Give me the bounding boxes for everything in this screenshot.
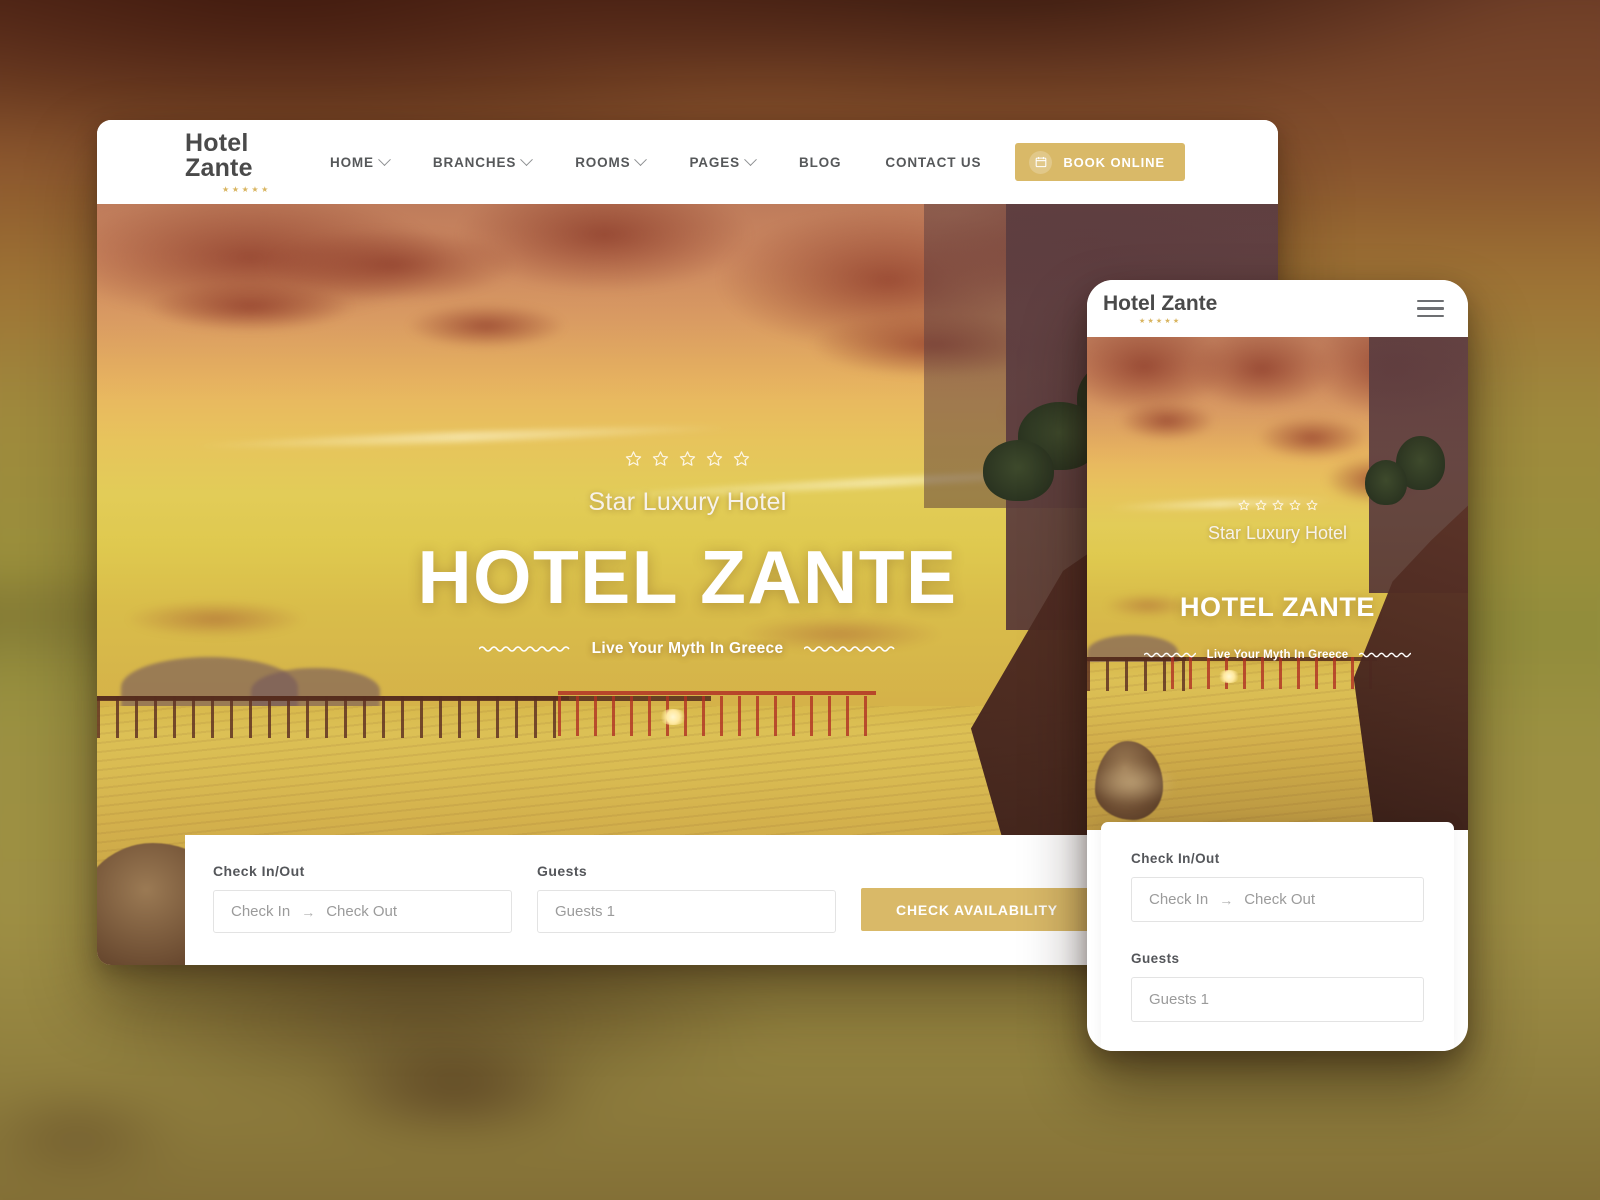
star-outline-icon — [652, 451, 669, 466]
nav-item-home[interactable]: HOME — [308, 152, 411, 170]
background-rock-secondary — [0, 1101, 181, 1158]
check-in-placeholder: Check In — [1149, 891, 1209, 908]
mobile-logo-stars-icon: ★★★★★ — [1138, 317, 1182, 325]
guests-input[interactable]: Guests 1 — [537, 890, 836, 933]
wave-divider-left-icon — [1143, 652, 1196, 658]
nav-item-contact-us[interactable]: CONTACT US — [863, 155, 1003, 170]
star-outline-icon — [679, 451, 696, 466]
guests-value: Guests 1 — [555, 903, 616, 920]
wave-divider-left-icon — [478, 646, 570, 652]
mobile-checkin-checkout-label: Check In/Out — [1131, 851, 1220, 866]
guests-label: Guests — [537, 863, 588, 879]
guests-value: Guests 1 — [1149, 991, 1210, 1008]
nav-item-pages[interactable]: PAGES — [667, 152, 777, 170]
nav-label: BLOG — [798, 154, 842, 170]
nav-item-blog[interactable]: BLOG — [777, 155, 863, 170]
arrow-right-icon: → — [1219, 891, 1234, 908]
wave-divider-right-icon — [804, 646, 896, 652]
site-logo[interactable]: Hotel Zante ★★★★★ — [185, 128, 308, 194]
mobile-guests-input[interactable]: Guests 1 — [1131, 977, 1424, 1022]
star-outline-icon — [1306, 499, 1317, 511]
background-rock — [318, 1048, 594, 1119]
hero-tagline: Live Your Myth In Greece — [591, 640, 784, 657]
hero-title: HOTEL ZANTE — [417, 535, 958, 619]
check-out-placeholder: Check Out — [1244, 891, 1316, 908]
mobile-hero-tagline: Live Your Myth In Greece — [1206, 649, 1349, 661]
chevron-down-icon — [744, 152, 757, 166]
hero-tagline-row: Live Your Myth In Greece — [478, 640, 897, 658]
nav-label: ROOMS — [575, 154, 631, 170]
chevron-down-icon — [634, 152, 648, 166]
mobile-checkin-checkout-input[interactable]: Check In → Check Out — [1131, 877, 1424, 922]
arrow-right-icon: → — [301, 903, 316, 920]
hamburger-line — [1417, 314, 1444, 318]
star-outline-icon — [625, 451, 642, 466]
mobile-hero-content: Star Luxury Hotel HOTEL ZANTE Live Your … — [1087, 499, 1468, 661]
mobile-hero-title: HOTEL ZANTE — [1179, 592, 1376, 622]
star-outline-icon — [1289, 499, 1300, 511]
primary-navigation: HOME BRANCHES ROOMS PAGES BLOG CONTACT U… — [308, 143, 1278, 181]
mobile-logo-text: Hotel Zante — [1103, 291, 1218, 315]
book-online-button[interactable]: BOOK ONLINE — [1015, 143, 1185, 181]
mobile-header: Hotel Zante ★★★★★ — [1087, 280, 1468, 337]
star-outline-icon — [1272, 499, 1283, 511]
chevron-down-icon — [378, 152, 391, 166]
checkin-checkout-input[interactable]: Check In → Check Out — [213, 890, 512, 933]
hero-subtitle: Star Luxury Hotel — [588, 488, 787, 516]
checkin-checkout-label: Check In/Out — [213, 863, 305, 879]
book-online-label: BOOK ONLINE — [1063, 154, 1165, 170]
check-availability-label: CHECK AVAILABILITY — [896, 901, 1058, 918]
nav-label: HOME — [329, 154, 374, 170]
nav-label: PAGES — [689, 154, 740, 170]
nav-item-rooms[interactable]: ROOMS — [553, 152, 667, 170]
check-availability-button[interactable]: CHECK AVAILABILITY — [861, 888, 1093, 931]
checkin-checkout-group: Check In/Out Check In → Check Out — [213, 863, 512, 933]
star-outline-icon — [733, 451, 750, 466]
hero-rating-stars — [625, 450, 750, 467]
calendar-icon — [1029, 150, 1053, 174]
logo-text: Hotel Zante — [185, 128, 253, 182]
mobile-mockup: Hotel Zante ★★★★★ Star Luxury Hotel HOTE… — [1087, 280, 1468, 1051]
mobile-hero-subtitle: Star Luxury Hotel — [1207, 523, 1348, 543]
hamburger-menu-icon[interactable] — [1417, 299, 1444, 318]
nav-item-branches[interactable]: BRANCHES — [411, 152, 553, 170]
star-outline-icon — [706, 451, 723, 466]
mobile-booking-card: Check In/Out Check In → Check Out Guests… — [1101, 822, 1454, 1051]
star-outline-icon — [1238, 499, 1249, 511]
mobile-hero: Star Luxury Hotel HOTEL ZANTE Live Your … — [1087, 337, 1468, 830]
chevron-down-icon — [520, 152, 534, 166]
guests-group: Guests Guests 1 — [537, 863, 836, 933]
star-outline-icon — [1255, 499, 1266, 511]
desktop-header: Hotel Zante ★★★★★ HOME BRANCHES ROOMS PA… — [97, 120, 1278, 204]
check-out-placeholder: Check Out — [326, 903, 398, 920]
mobile-hero-tagline-row: Live Your Myth In Greece — [1143, 649, 1412, 661]
mobile-guests-label: Guests — [1131, 951, 1180, 966]
logo-stars-icon: ★★★★★ — [222, 184, 271, 194]
hamburger-line — [1417, 307, 1444, 310]
mobile-rating-stars — [1238, 499, 1318, 511]
nav-label: CONTACT US — [885, 154, 982, 170]
check-in-placeholder: Check In — [231, 903, 291, 920]
mobile-site-logo[interactable]: Hotel Zante ★★★★★ — [1103, 293, 1217, 325]
wave-divider-right-icon — [1359, 652, 1412, 658]
hamburger-line — [1417, 299, 1444, 303]
nav-label: BRANCHES — [432, 154, 517, 170]
